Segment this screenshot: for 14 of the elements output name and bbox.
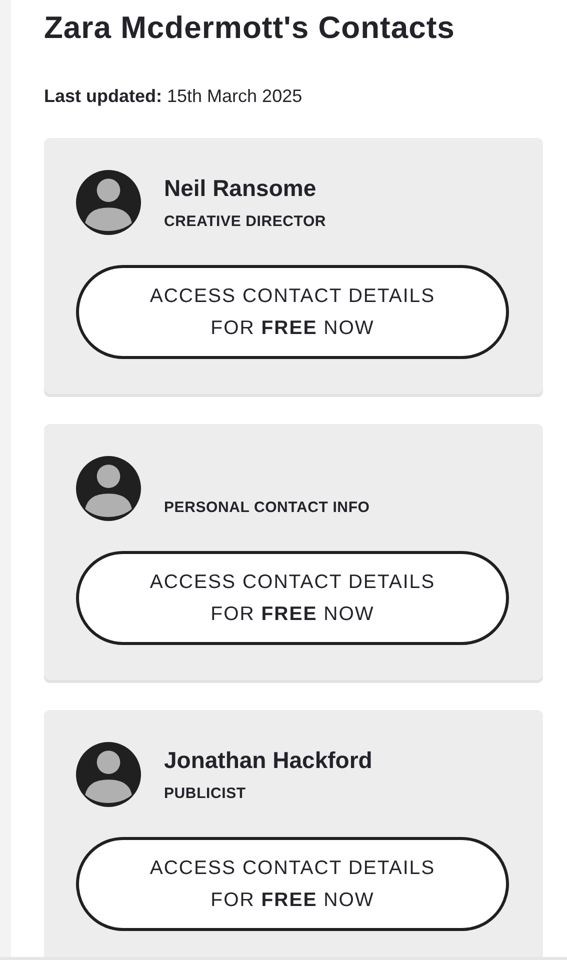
avatar-icon (76, 170, 141, 235)
last-updated-label: Last updated: (44, 85, 162, 108)
contact-role: CREATIVE DIRECTOR (164, 212, 326, 232)
contact-name: Neil Ransome (164, 174, 318, 203)
access-details-button[interactable]: ACCESS CONTACT DETAILS FOR FREE NOW (76, 837, 509, 931)
access-details-button[interactable]: ACCESS CONTACT DETAILS FOR FREE NOW (76, 551, 509, 645)
page-title: Zara Mcdermott's Contacts (44, 9, 456, 47)
contact-role: PUBLICIST (164, 784, 247, 804)
avatar-icon (76, 456, 141, 521)
contact-role: PERSONAL CONTACT INFO (164, 498, 370, 518)
access-details-button[interactable]: ACCESS CONTACT DETAILS FOR FREE NOW (76, 265, 509, 359)
contact-name: Jonathan Hackford (164, 746, 372, 775)
last-updated-date: 15th March 2025 (167, 85, 302, 108)
avatar-icon (76, 742, 141, 807)
